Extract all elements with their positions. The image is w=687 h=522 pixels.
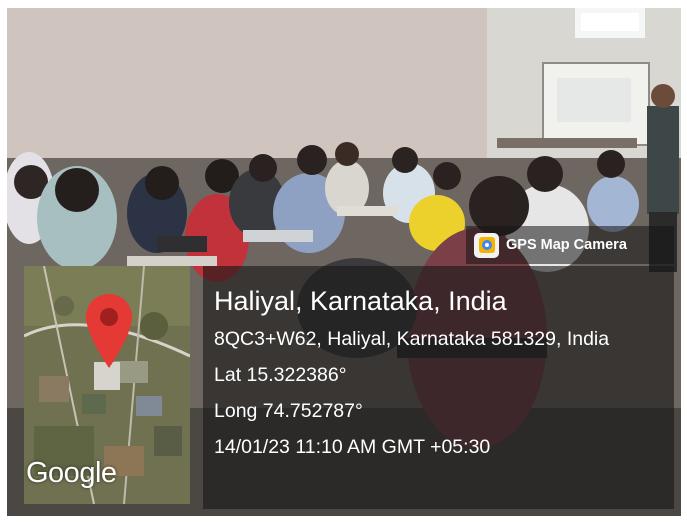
- timestamp: 14/01/23 11:10 AM GMT +05:30: [214, 436, 491, 458]
- location-pin-icon: [86, 294, 132, 368]
- location-info-panel: Haliyal, Karnataka, India 8QC3+W62, Hali…: [203, 266, 674, 509]
- location-title: Haliyal, Karnataka, India: [214, 286, 507, 316]
- longitude: Long 74.752787°: [214, 400, 363, 422]
- location-address: 8QC3+W62, Haliyal, Karnataka 581329, Ind…: [214, 328, 610, 350]
- map-thumbnail[interactable]: Google: [24, 266, 190, 504]
- gps-map-camera-badge: GPS Map Camera: [466, 226, 674, 264]
- map-pin-icon: [474, 232, 499, 258]
- latitude: Lat 15.322386°: [214, 364, 347, 386]
- app-name: GPS Map Camera: [506, 237, 627, 253]
- google-logo: Google: [26, 457, 117, 489]
